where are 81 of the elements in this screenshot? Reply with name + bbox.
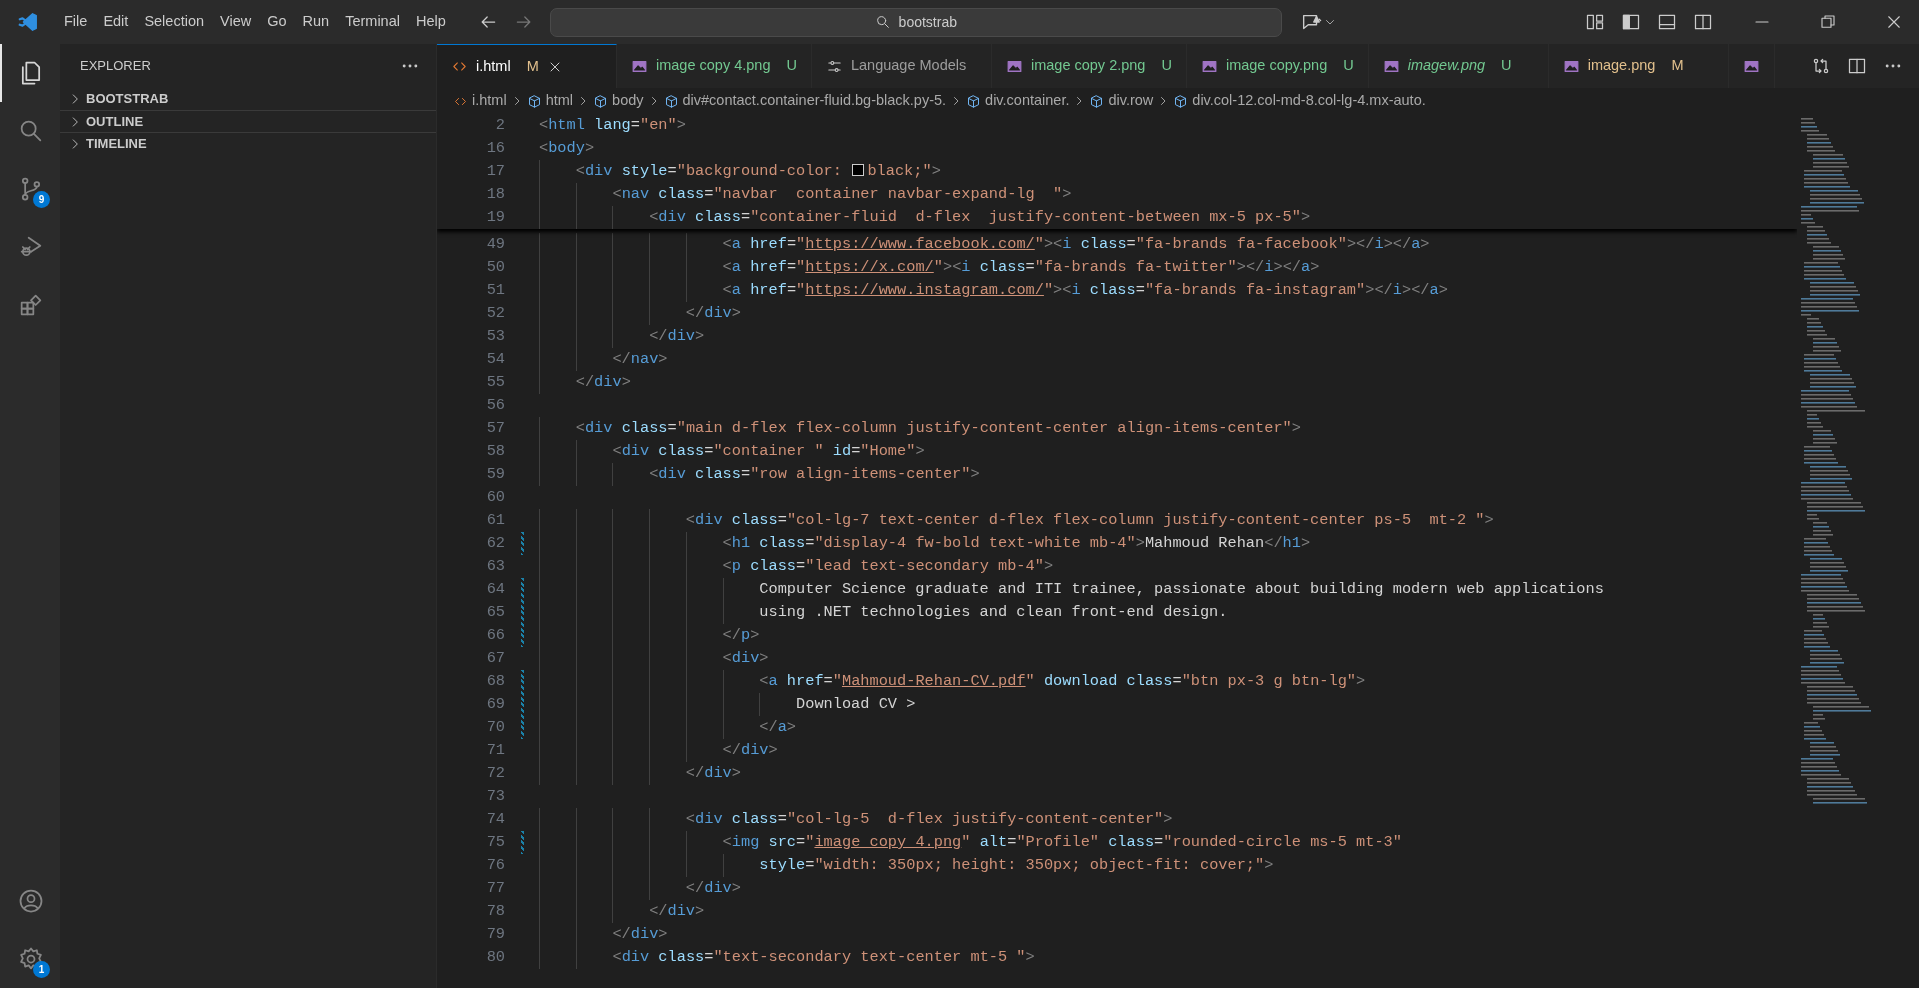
compare-changes-icon[interactable] — [1811, 56, 1831, 76]
panel-toggle-icon[interactable] — [1657, 12, 1677, 32]
editor-tab[interactable]: i.html M — [437, 44, 617, 88]
count-badge: 9 — [33, 191, 50, 208]
split-layout-icon[interactable] — [1693, 12, 1713, 32]
breadcrumb-item[interactable]: div.container. — [966, 90, 1070, 112]
split-editor-icon[interactable] — [1847, 56, 1867, 76]
breadcrumb-item[interactable]: div#contact.container-fluid.bg-black.py-5. — [663, 90, 947, 112]
cube-icon — [526, 93, 542, 109]
breadcrumb-item[interactable]: body — [593, 90, 644, 112]
line-number: 64 — [485, 579, 506, 600]
line-number: 2 — [494, 115, 506, 136]
cube-icon — [593, 93, 609, 109]
breadcrumb-item[interactable]: i.html — [453, 90, 507, 112]
line-number: 58 — [485, 441, 506, 462]
breadcrumb-item[interactable]: div.col-12.col-md-8.col-lg-4.mx-auto. — [1173, 90, 1426, 112]
app-logo-icon — [17, 11, 39, 33]
menu-item[interactable]: View — [212, 7, 260, 37]
breadcrumb-item[interactable]: html — [526, 90, 574, 112]
activity-settings-button[interactable]: 1 — [0, 930, 60, 988]
count-badge: 1 — [33, 961, 50, 978]
line-number: 68 — [485, 671, 506, 692]
line-number: 54 — [485, 349, 506, 370]
line-number: 61 — [485, 510, 506, 531]
menu-item[interactable]: Selection — [136, 7, 213, 37]
cube-icon — [663, 93, 679, 109]
code-line: <body> — [539, 138, 595, 159]
line-number: 59 — [485, 464, 506, 485]
line-number: 51 — [485, 280, 506, 301]
account-icon — [17, 887, 45, 915]
activity-source-control-button[interactable]: 9 — [0, 160, 60, 218]
line-number: 52 — [485, 303, 506, 324]
line-number: 57 — [485, 418, 506, 439]
code-line: <html lang="en"> — [539, 115, 686, 136]
line-number: 53 — [485, 326, 506, 347]
sidebar-section-header[interactable]: TIMELINE — [60, 132, 436, 154]
sidebar-title: EXPLORER — [80, 57, 151, 76]
menu-item[interactable]: Run — [294, 7, 338, 37]
line-number: 73 — [485, 786, 506, 807]
line-number: 63 — [485, 556, 506, 577]
sidebar-toggle-icon[interactable] — [1621, 12, 1641, 32]
line-number: 75 — [485, 832, 506, 853]
menu-item[interactable]: File — [56, 7, 96, 37]
line-number: 69 — [485, 694, 506, 715]
line-number: 79 — [485, 924, 506, 945]
line-number: 17 — [485, 161, 506, 182]
line-number: 19 — [485, 207, 506, 228]
cube-icon — [966, 93, 982, 109]
line-number: 65 — [485, 602, 506, 623]
menu-item[interactable]: Edit — [95, 7, 137, 37]
sidebar-section-header[interactable]: BOOTSTRAB — [60, 88, 436, 110]
breadcrumb-item[interactable]: div.row — [1089, 90, 1154, 112]
menu-item[interactable]: Go — [259, 7, 295, 37]
line-number: 80 — [485, 947, 506, 968]
search-field[interactable]: bootstrab — [549, 7, 1282, 37]
menu-item[interactable]: Help — [407, 7, 454, 37]
line-number: 60 — [485, 487, 506, 508]
line-number: 77 — [485, 878, 506, 899]
line-number: 18 — [485, 184, 506, 205]
restore-icon[interactable] — [1819, 13, 1837, 31]
line-number: 16 — [485, 138, 506, 159]
line-number: 72 — [485, 763, 506, 784]
line-number: 74 — [485, 809, 506, 830]
line-number: 67 — [485, 648, 506, 669]
cube-icon — [1089, 93, 1105, 109]
line-number: 76 — [485, 855, 506, 876]
line-number: 62 — [485, 533, 506, 554]
line-number: 66 — [485, 625, 506, 646]
line-number: 49 — [485, 234, 506, 255]
search-icon — [874, 14, 891, 30]
line-number: 70 — [485, 717, 506, 738]
line-number: 50 — [485, 257, 506, 278]
menu-item[interactable]: Terminal — [337, 7, 408, 37]
sidebar-section-header[interactable]: OUTLINE — [60, 110, 436, 132]
line-number: 56 — [485, 395, 506, 416]
line-number: 71 — [485, 740, 506, 761]
line-number: 55 — [485, 372, 506, 393]
line-number: 78 — [485, 901, 506, 922]
cube-icon — [1173, 93, 1189, 109]
close-icon[interactable] — [1885, 13, 1903, 31]
layout-icon[interactable] — [1585, 12, 1605, 32]
